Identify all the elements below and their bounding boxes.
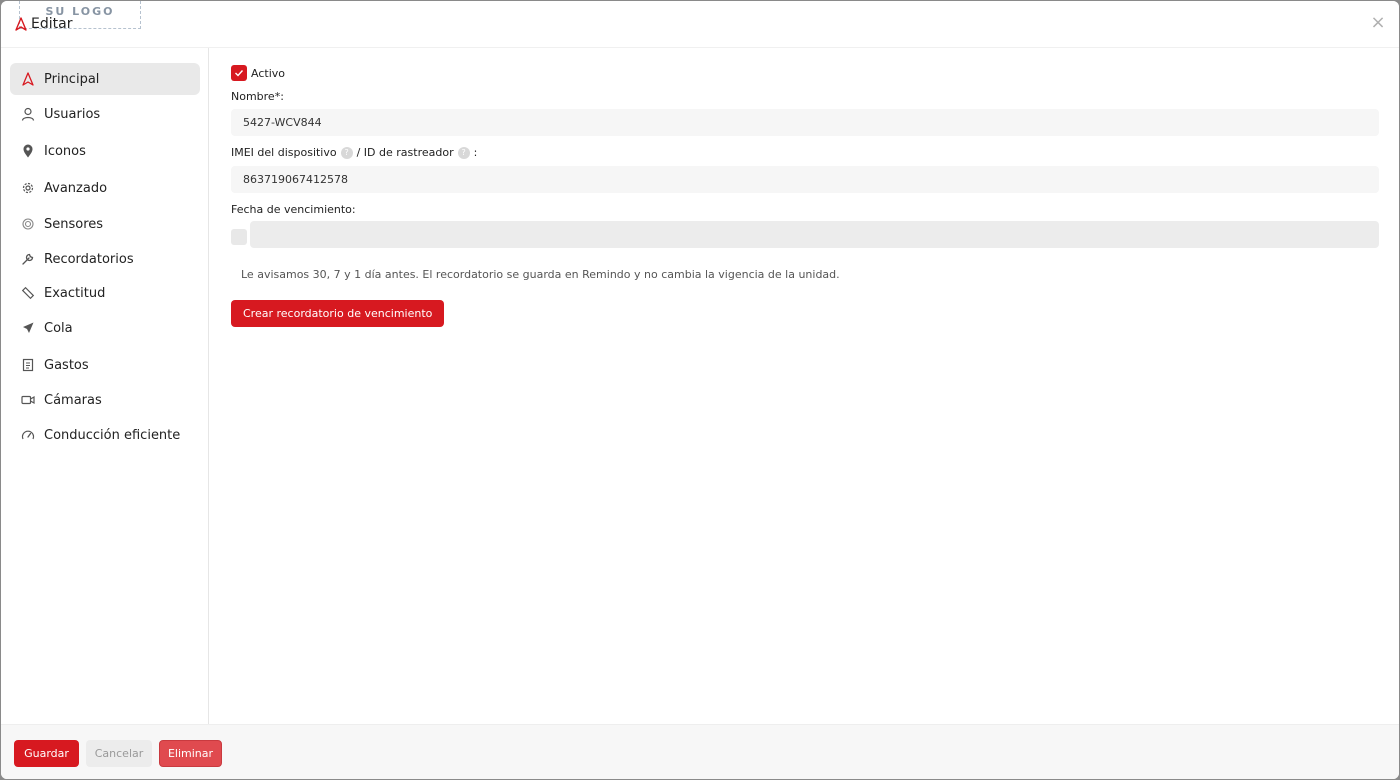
sidebar-item-label: Cola [44, 320, 73, 336]
active-checkbox-label: Activo [251, 66, 285, 80]
sidebar-item-usuarios[interactable]: Usuarios [10, 98, 200, 130]
send-icon [23, 322, 34, 333]
sidebar-item-label: Iconos [44, 143, 86, 159]
imei-label-colon: : [473, 146, 478, 159]
sidebar-item-label: Principal [44, 71, 100, 87]
map-pin-icon [23, 144, 33, 158]
delete-button[interactable]: Eliminar [159, 740, 222, 767]
cancel-button[interactable]: Cancelar [86, 740, 152, 767]
sidebar-item-label: Exactitud [44, 285, 106, 301]
sidebar-item-conduccion-eficiente[interactable]: Conducción eficiente [10, 419, 200, 451]
edit-modal: SU LOGO Editar × Principal Usuarios Icon… [1, 1, 1399, 779]
sidebar-item-gastos[interactable]: Gastos [10, 349, 200, 381]
active-checkbox-row: Activo [231, 65, 285, 81]
help-icon[interactable]: ? [457, 146, 470, 159]
imei-input[interactable] [231, 166, 1379, 193]
create-expiry-reminder-button[interactable]: Crear recordatorio de vencimiento [231, 300, 445, 327]
sidebar-item-label: Avanzado [44, 180, 108, 196]
sidebar-item-label: Cámaras [44, 392, 102, 408]
help-icon[interactable]: ? [340, 146, 353, 159]
modal-header: SU LOGO Editar × [1, 1, 1399, 48]
ruler-icon [21, 286, 35, 300]
sidebar-item-avanzado[interactable]: Avanzado [10, 172, 200, 204]
sidebar-item-iconos[interactable]: Iconos [10, 135, 200, 167]
name-label: Nombre*: [231, 90, 284, 103]
save-button[interactable]: Guardar [14, 740, 79, 767]
expiry-date-input[interactable] [250, 221, 1379, 248]
sidebar-item-recordatorios[interactable]: Recordatorios [10, 243, 200, 275]
name-label-text: Nombre*: [231, 90, 284, 103]
navigation-arrow-icon [15, 17, 27, 31]
sidebar-item-label: Gastos [44, 357, 89, 373]
sidebar-item-sensores[interactable]: Sensores [10, 208, 200, 240]
modal-title: Editar [31, 16, 73, 32]
sidebar: Principal Usuarios Iconos Avanzado Senso… [1, 48, 209, 724]
main-content: Activo Nombre*: IMEI del dispositivo ? /… [210, 48, 1399, 724]
wrench-icon [22, 253, 34, 265]
imei-label: IMEI del dispositivo ? / ID de rastreado… [231, 146, 477, 159]
imei-label-text: IMEI del dispositivo [231, 146, 337, 159]
gear-icon [22, 182, 34, 194]
sidebar-item-cola[interactable]: Cola [10, 312, 200, 344]
check-icon [235, 70, 244, 77]
active-checkbox[interactable] [231, 65, 247, 81]
expiry-label: Fecha de vencimiento: [231, 203, 356, 216]
close-icon: × [1370, 12, 1386, 33]
expiry-label-text: Fecha de vencimiento: [231, 203, 356, 216]
sidebar-item-label: Sensores [44, 216, 104, 232]
tracker-id-label-text: / ID de rastreador [356, 146, 454, 159]
sidebar-item-label: Usuarios [44, 106, 101, 122]
close-button[interactable]: × [1369, 14, 1387, 32]
sidebar-item-principal[interactable]: Principal [10, 63, 200, 95]
sidebar-item-label: Conducción eficiente [44, 427, 181, 443]
speedometer-icon [21, 430, 35, 440]
name-input[interactable] [231, 109, 1379, 136]
sensor-icon [22, 218, 34, 230]
sidebar-item-exactitud[interactable]: Exactitud [10, 277, 200, 309]
expiry-enable-checkbox[interactable] [231, 229, 247, 245]
reminder-hint: Le avisamos 30, 7 y 1 día antes. El reco… [241, 268, 840, 281]
user-icon [21, 107, 35, 121]
sidebar-item-camaras[interactable]: Cámaras [10, 384, 200, 416]
navigation-arrow-icon [22, 72, 34, 86]
receipt-icon [22, 358, 34, 372]
sidebar-item-label: Recordatorios [44, 251, 134, 267]
camera-icon [21, 395, 35, 405]
modal-footer: Guardar Cancelar Eliminar [1, 724, 1399, 779]
